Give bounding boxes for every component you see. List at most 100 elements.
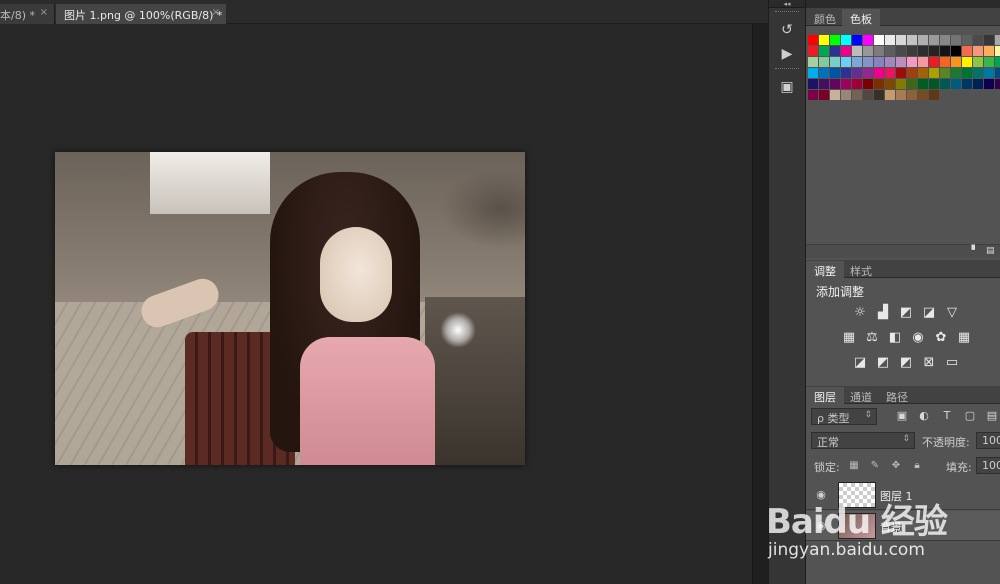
color-swatch[interactable] <box>808 35 818 45</box>
fill-input[interactable]: 100 <box>976 457 1000 474</box>
color-swatch[interactable] <box>995 35 1000 45</box>
layer-filter-kind-select[interactable]: ρ 类型 ⇕ <box>811 408 877 425</box>
collapse-dock-button[interactable]: ◂◂ <box>769 0 805 8</box>
color-swatch[interactable] <box>918 57 928 67</box>
color-swatch[interactable] <box>984 68 994 78</box>
color-swatch[interactable] <box>907 68 917 78</box>
trash-icon[interactable]: ▤ <box>986 247 996 256</box>
color-swatch[interactable] <box>896 46 906 56</box>
color-swatch[interactable] <box>863 35 873 45</box>
color-swatch[interactable] <box>896 79 906 89</box>
color-swatch[interactable] <box>885 90 895 100</box>
levels-icon[interactable]: ▟ <box>875 305 891 321</box>
color-swatch[interactable] <box>973 68 983 78</box>
color-swatch[interactable] <box>940 46 950 56</box>
color-swatch[interactable] <box>885 79 895 89</box>
black-white-icon[interactable]: ◧ <box>887 330 903 346</box>
dock-grip[interactable] <box>775 68 799 73</box>
hue-saturation-icon[interactable]: ▦ <box>841 330 857 346</box>
color-swatch[interactable] <box>863 68 873 78</box>
color-swatch[interactable] <box>830 35 840 45</box>
color-swatch[interactable] <box>929 90 939 100</box>
color-swatch[interactable] <box>951 46 961 56</box>
blend-mode-select[interactable]: 正常 ⇕ <box>811 432 915 449</box>
lock-brush-icon[interactable]: ✎ <box>869 460 881 472</box>
color-swatch[interactable] <box>929 46 939 56</box>
color-swatch[interactable] <box>918 90 928 100</box>
color-swatch[interactable] <box>863 57 873 67</box>
color-swatch[interactable] <box>929 68 939 78</box>
color-swatch[interactable] <box>808 46 818 56</box>
color-swatch[interactable] <box>885 46 895 56</box>
color-swatch[interactable] <box>874 57 884 67</box>
selective-color-icon[interactable]: ⊠ <box>921 355 937 371</box>
color-swatch[interactable] <box>841 68 851 78</box>
color-swatch[interactable] <box>984 79 994 89</box>
color-swatch[interactable] <box>995 46 1000 56</box>
color-swatch[interactable] <box>962 57 972 67</box>
color-swatch[interactable] <box>841 90 851 100</box>
color-swatch[interactable] <box>819 68 829 78</box>
color-swatch[interactable] <box>841 57 851 67</box>
color-swatch[interactable] <box>830 57 840 67</box>
color-swatch[interactable] <box>918 68 928 78</box>
color-swatch[interactable] <box>962 35 972 45</box>
color-swatch[interactable] <box>907 35 917 45</box>
color-swatch[interactable] <box>918 46 928 56</box>
color-swatch[interactable] <box>929 79 939 89</box>
color-swatch[interactable] <box>808 68 818 78</box>
dock-grip[interactable] <box>775 11 799 16</box>
close-icon[interactable]: × <box>212 7 220 18</box>
color-swatch[interactable] <box>973 79 983 89</box>
gradient-map-icon[interactable]: ▭ <box>944 355 960 371</box>
tab-color[interactable]: 颜色 <box>806 9 844 26</box>
color-swatch[interactable] <box>874 79 884 89</box>
color-swatch[interactable] <box>830 46 840 56</box>
document-tab-previous[interactable]: 本/8) * × <box>0 4 55 24</box>
color-swatch[interactable] <box>852 90 862 100</box>
color-swatch[interactable] <box>995 68 1000 78</box>
color-swatch[interactable] <box>907 90 917 100</box>
color-swatch[interactable] <box>852 79 862 89</box>
color-swatch[interactable] <box>951 79 961 89</box>
color-swatch[interactable] <box>874 35 884 45</box>
filter-type-icon[interactable]: T <box>941 410 953 422</box>
color-swatch[interactable] <box>940 57 950 67</box>
filter-pixel-icon[interactable]: ▣ <box>896 410 908 422</box>
color-swatch[interactable] <box>841 35 851 45</box>
channel-mixer-icon[interactable]: ✿ <box>933 330 949 346</box>
invert-icon[interactable]: ◪ <box>852 355 868 371</box>
color-swatch[interactable] <box>918 35 928 45</box>
color-swatch[interactable] <box>874 46 884 56</box>
color-swatch[interactable] <box>896 68 906 78</box>
color-swatch[interactable] <box>940 68 950 78</box>
color-swatch[interactable] <box>940 35 950 45</box>
color-swatch[interactable] <box>819 79 829 89</box>
color-swatch[interactable] <box>929 57 939 67</box>
expand-panels-strip[interactable] <box>806 0 1000 8</box>
color-swatch[interactable] <box>841 79 851 89</box>
color-swatch[interactable] <box>885 35 895 45</box>
color-balance-icon[interactable]: ⚖ <box>864 330 880 346</box>
color-swatch[interactable] <box>984 35 994 45</box>
color-swatch[interactable] <box>962 79 972 89</box>
color-swatch[interactable] <box>830 90 840 100</box>
photo-filter-icon[interactable]: ◉ <box>910 330 926 346</box>
curves-icon[interactable]: ◩ <box>898 305 914 321</box>
color-swatch[interactable] <box>973 46 983 56</box>
color-swatch[interactable] <box>907 57 917 67</box>
color-swatch[interactable] <box>863 46 873 56</box>
color-swatch[interactable] <box>841 46 851 56</box>
color-swatch[interactable] <box>885 68 895 78</box>
color-swatch[interactable] <box>852 46 862 56</box>
new-swatch-icon[interactable]: ▝ <box>968 247 978 256</box>
color-swatch[interactable] <box>896 35 906 45</box>
color-swatch[interactable] <box>819 46 829 56</box>
tab-swatches[interactable]: 色板 <box>842 9 880 26</box>
color-lookup-icon[interactable]: ▦ <box>956 330 972 346</box>
filter-smart-object-icon[interactable]: ▤ <box>986 410 998 422</box>
color-swatch[interactable] <box>995 57 1000 67</box>
color-swatch[interactable] <box>808 79 818 89</box>
color-swatch[interactable] <box>995 79 1000 89</box>
brightness-icon[interactable]: ☼ <box>852 305 868 321</box>
